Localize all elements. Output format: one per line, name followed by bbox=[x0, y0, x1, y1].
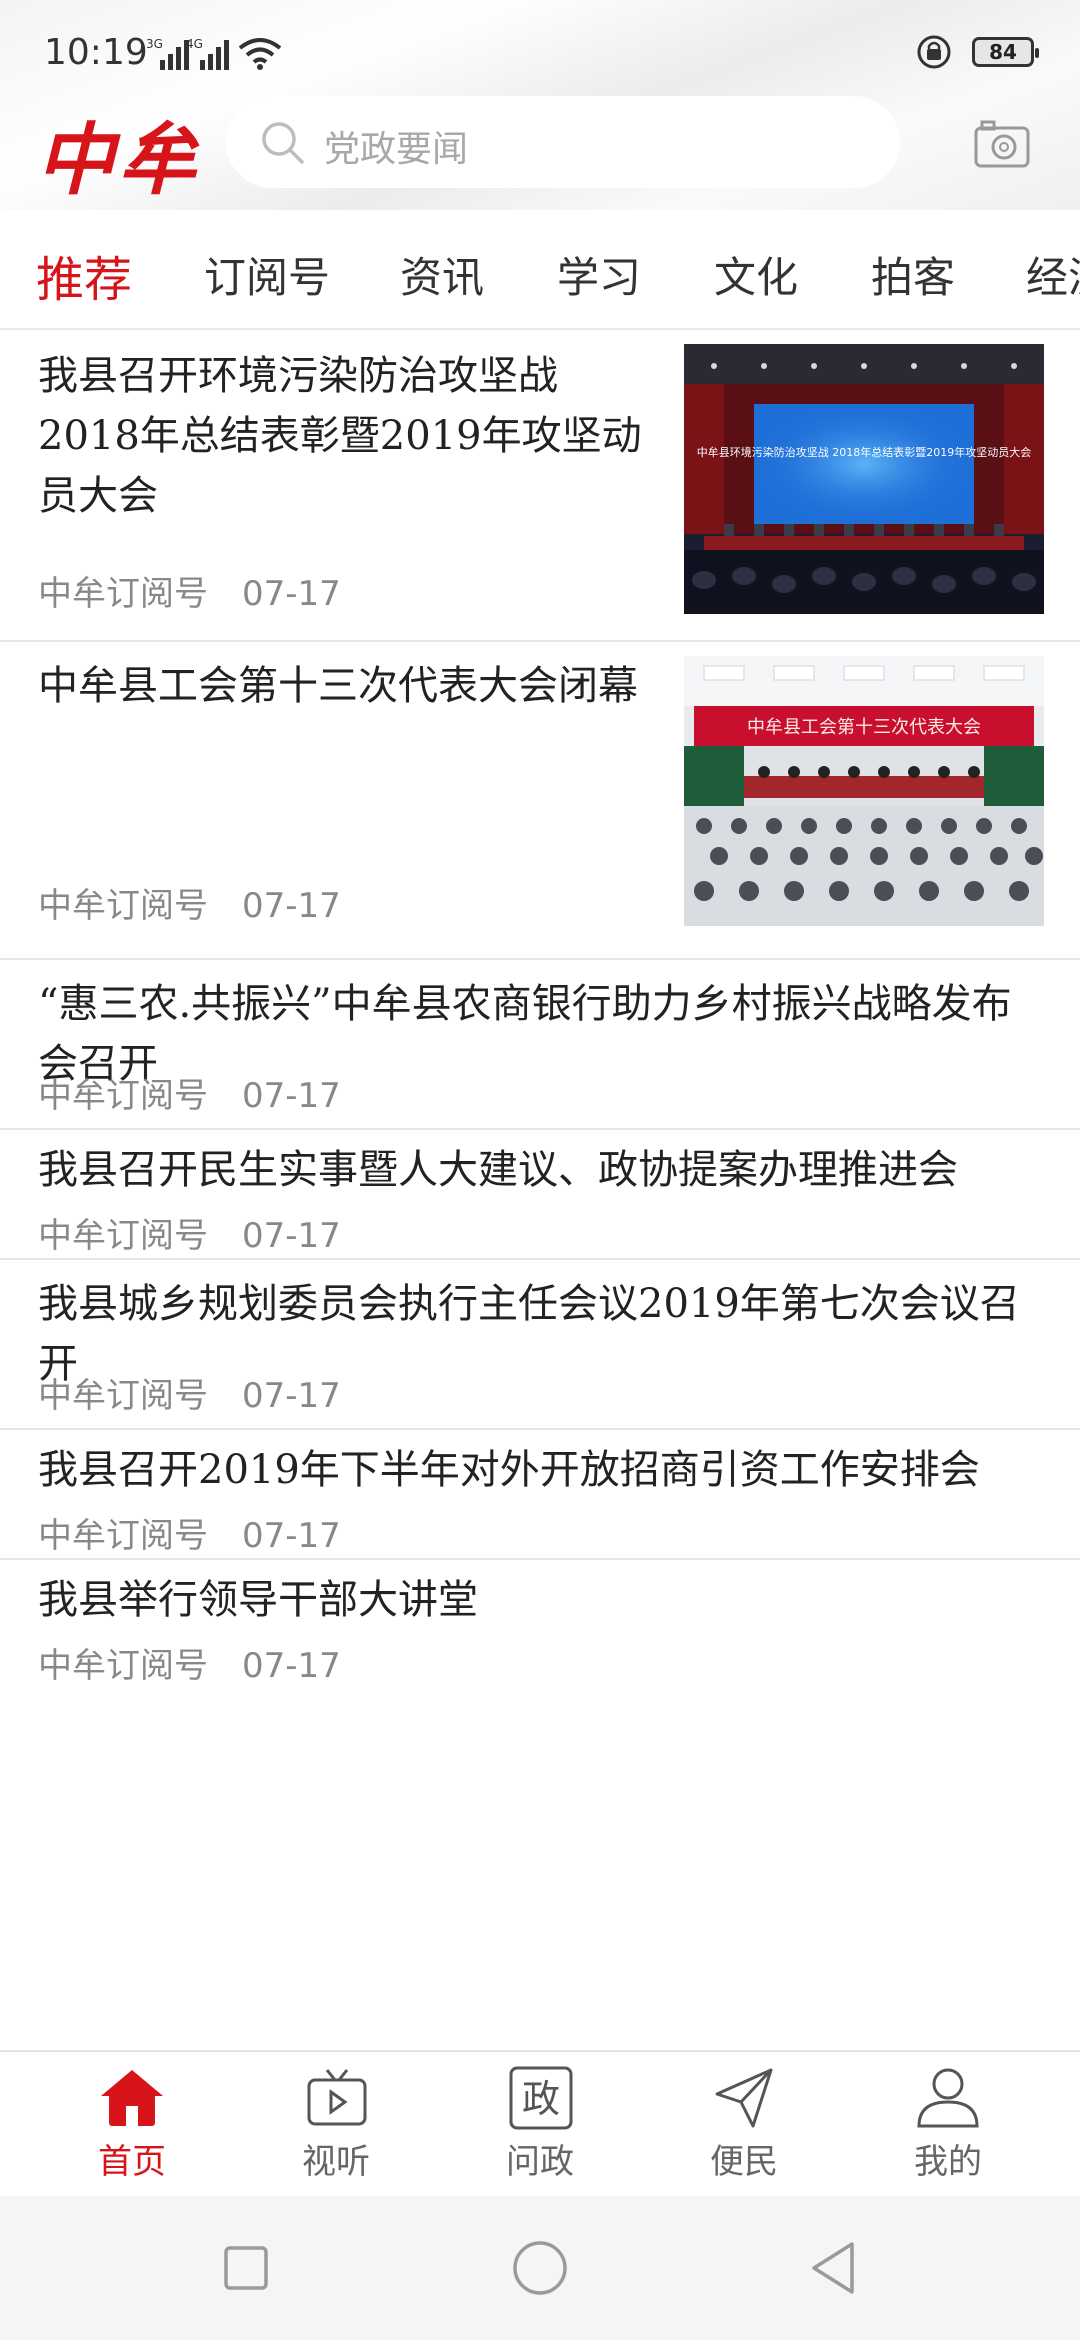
news-meta: 中牟订阅号 07-17 bbox=[38, 878, 341, 927]
svg-text:政: 政 bbox=[522, 2077, 560, 2121]
news-item[interactable]: 我县召开民生实事暨人大建议、政协提案办理推进会 中牟订阅号 07-17 bbox=[0, 1130, 1080, 1260]
nav-label: 首页 bbox=[98, 2142, 166, 2182]
nav-inquiry[interactable]: 政 问政 bbox=[475, 2066, 605, 2196]
tab-recommend[interactable]: 推荐 bbox=[36, 240, 132, 310]
news-date: 07-17 bbox=[242, 1516, 341, 1556]
news-date: 07-17 bbox=[242, 1216, 341, 1256]
svg-text:中牟县环境污染防治攻坚战 2018年总结表彰暨2019年攻坚: 中牟县环境污染防治攻坚战 2018年总结表彰暨2019年攻坚动员大会 bbox=[697, 445, 1031, 459]
tab-subscriptions[interactable]: 订阅号 bbox=[204, 244, 330, 305]
rotation-lock-icon bbox=[917, 35, 951, 69]
news-source: 中牟订阅号 bbox=[38, 1376, 208, 1416]
camera-icon[interactable] bbox=[974, 118, 1030, 168]
news-item[interactable]: 中牟县工会第十三次代表大会闭幕 中牟订阅号 07-17 中牟县工会第十三次代表大会 bbox=[0, 642, 1080, 960]
news-meta: 中牟订阅号 07-17 bbox=[38, 1068, 341, 1117]
nav-label: 问政 bbox=[506, 2142, 574, 2182]
category-tabs: 推荐 订阅号 资讯 学习 文化 拍客 经济 bbox=[0, 210, 1080, 330]
news-date: 07-17 bbox=[242, 886, 341, 926]
system-navigation-bar bbox=[0, 2196, 1080, 2340]
news-source: 中牟订阅号 bbox=[38, 1216, 208, 1256]
news-source: 中牟订阅号 bbox=[38, 886, 208, 926]
recent-apps-icon[interactable] bbox=[214, 2236, 278, 2300]
news-source: 中牟订阅号 bbox=[38, 1516, 208, 1556]
bottom-navigation: 首页 视听 政 问政 便民 我的 bbox=[0, 2050, 1080, 2196]
news-title: 我县召开2019年下半年对外开放招商引资工作安排会 bbox=[38, 1447, 980, 1493]
svg-text:3G: 3G bbox=[146, 37, 163, 51]
news-source: 中牟订阅号 bbox=[38, 1646, 208, 1686]
zheng-icon: 政 bbox=[509, 2066, 573, 2130]
status-bar: 10:19 3G 4G 84 bbox=[0, 0, 1080, 90]
news-meta: 中牟订阅号 07-17 bbox=[38, 1508, 341, 1557]
tab-culture[interactable]: 文化 bbox=[714, 244, 798, 305]
nav-label: 便民 bbox=[710, 2142, 778, 2182]
status-time: 10:19 bbox=[44, 32, 148, 73]
news-title: 我县召开环境污染防治攻坚战2018年总结表彰暨2019年攻坚动员大会 bbox=[38, 353, 642, 519]
tab-economy[interactable]: 经济 bbox=[1026, 244, 1080, 305]
news-thumbnail: 中牟县工会第十三次代表大会 bbox=[684, 656, 1044, 926]
nav-home[interactable]: 首页 bbox=[67, 2066, 197, 2196]
home-button-icon[interactable] bbox=[508, 2236, 572, 2300]
news-item[interactable]: 我县城乡规划委员会执行主任会议2019年第七次会议召开 中牟订阅号 07-17 bbox=[0, 1260, 1080, 1430]
nav-profile[interactable]: 我的 bbox=[883, 2066, 1013, 2196]
svg-text:4G: 4G bbox=[186, 37, 203, 51]
news-date: 07-17 bbox=[242, 574, 341, 614]
svg-text:中牟县工会第十三次代表大会: 中牟县工会第十三次代表大会 bbox=[747, 717, 981, 738]
tab-study[interactable]: 学习 bbox=[557, 244, 641, 305]
news-meta: 中牟订阅号 07-17 bbox=[38, 1208, 341, 1257]
nav-label: 我的 bbox=[914, 2142, 982, 2182]
news-date: 07-17 bbox=[242, 1076, 341, 1116]
news-item[interactable]: 我县召开环境污染防治攻坚战2018年总结表彰暨2019年攻坚动员大会 中牟订阅号… bbox=[0, 330, 1080, 642]
battery-indicator: 84 bbox=[972, 37, 1039, 67]
tab-photographer[interactable]: 拍客 bbox=[871, 244, 955, 305]
tv-icon bbox=[307, 2069, 367, 2126]
search-icon bbox=[262, 122, 304, 164]
nav-media[interactable]: 视听 bbox=[271, 2066, 401, 2196]
news-feed: 我县召开环境污染防治攻坚战2018年总结表彰暨2019年攻坚动员大会 中牟订阅号… bbox=[0, 330, 1080, 2050]
news-meta: 中牟订阅号 07-17 bbox=[38, 566, 341, 615]
nav-services[interactable]: 便民 bbox=[679, 2066, 809, 2196]
news-item[interactable]: 我县举行领导干部大讲堂 中牟订阅号 07-17 bbox=[0, 1560, 1080, 1690]
news-thumbnail: 中牟县环境污染防治攻坚战 2018年总结表彰暨2019年攻坚动员大会 bbox=[684, 344, 1044, 614]
app-logo[interactable]: 中牟 bbox=[36, 98, 200, 210]
signal-3g-icon: 3G bbox=[146, 37, 189, 70]
home-icon bbox=[101, 2070, 163, 2126]
search-bar[interactable]: 党政要闻 bbox=[226, 96, 900, 188]
signal-4g-icon: 4G bbox=[186, 37, 229, 70]
search-placeholder: 党政要闻 bbox=[324, 129, 469, 170]
news-item[interactable]: “惠三农.共振兴”中牟县农商银行助力乡村振兴战略发布会召开 中牟订阅号 07-17 bbox=[0, 960, 1080, 1130]
news-item[interactable]: 我县召开2019年下半年对外开放招商引资工作安排会 中牟订阅号 07-17 bbox=[0, 1430, 1080, 1560]
news-source: 中牟订阅号 bbox=[38, 574, 208, 614]
wifi-icon bbox=[238, 38, 282, 70]
nav-label: 视听 bbox=[302, 2142, 370, 2182]
app-header: 10:19 3G 4G 84 中牟 党政要闻 bbox=[0, 0, 1080, 210]
status-right: 84 bbox=[916, 34, 1039, 70]
news-title: 中牟县工会第十三次代表大会闭幕 bbox=[38, 663, 638, 709]
news-source: 中牟订阅号 bbox=[38, 1076, 208, 1116]
news-date: 07-17 bbox=[242, 1646, 341, 1686]
news-date: 07-17 bbox=[242, 1376, 341, 1416]
tab-news[interactable]: 资讯 bbox=[400, 244, 484, 305]
user-icon bbox=[917, 2068, 979, 2128]
send-icon bbox=[715, 2068, 773, 2128]
news-title: 我县举行领导干部大讲堂 bbox=[38, 1577, 478, 1623]
news-title: 我县召开民生实事暨人大建议、政协提案办理推进会 bbox=[38, 1147, 958, 1193]
news-meta: 中牟订阅号 07-17 bbox=[38, 1638, 341, 1687]
news-meta: 中牟订阅号 07-17 bbox=[38, 1368, 341, 1417]
back-icon[interactable] bbox=[802, 2236, 866, 2300]
